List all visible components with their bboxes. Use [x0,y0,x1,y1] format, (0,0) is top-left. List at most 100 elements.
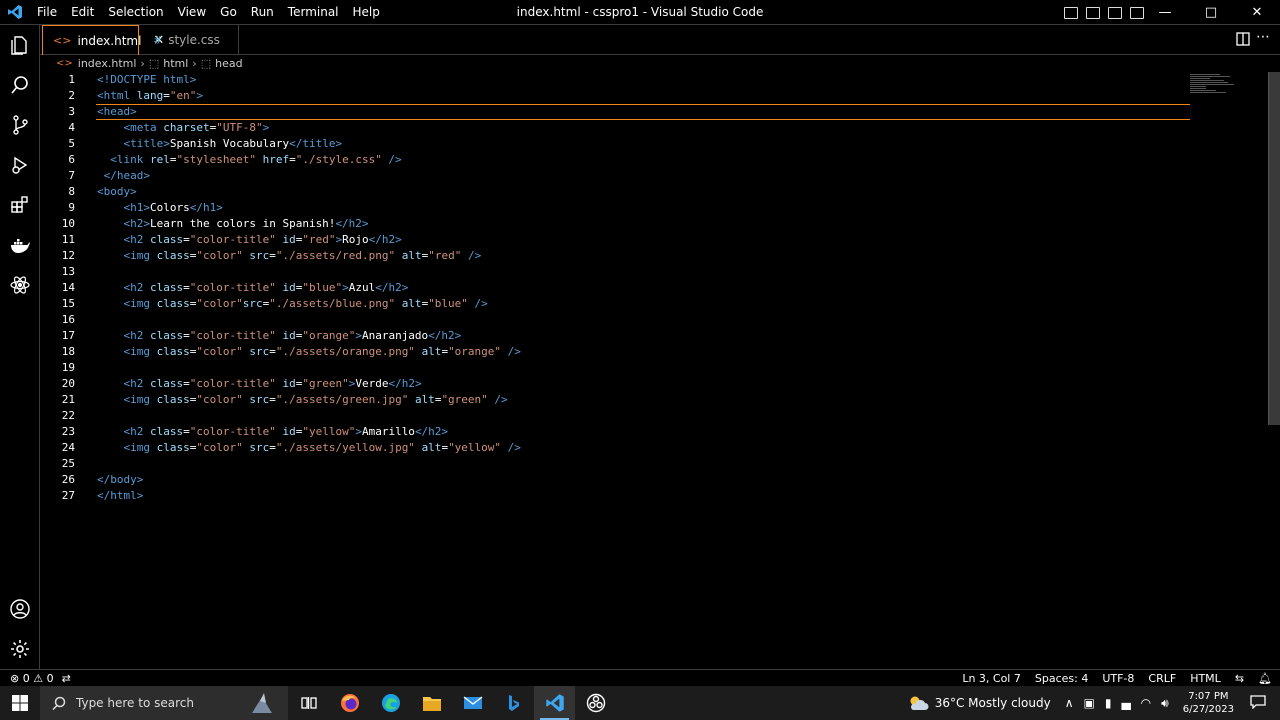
settings-gear-icon[interactable] [0,629,40,669]
code-line[interactable]: 4 <meta charset="UTF-8"> [40,120,1190,136]
extensions-icon[interactable] [0,185,40,225]
file-explorer-icon[interactable] [411,686,452,720]
menu-item-terminal[interactable]: Terminal [281,0,346,25]
code-line[interactable]: 14 <h2 class="color-title" id="blue">Azu… [40,280,1190,296]
menu-item-help[interactable]: Help [346,0,387,25]
menu-item-file[interactable]: File [30,0,64,25]
file-encoding[interactable]: UTF-8 [1102,672,1134,685]
toggle-panel-icon[interactable] [1086,6,1100,19]
notifications-bell-icon[interactable]: 🔔︎ [1258,672,1272,685]
code-line[interactable]: 16 [40,312,1190,328]
docker-icon[interactable] [0,225,40,265]
code-line[interactable]: 9 <h1>Colors</h1> [40,200,1190,216]
line-number: 17 [61,329,75,342]
code-line[interactable]: 11 <h2 class="color-title" id="red">Rojo… [40,232,1190,248]
code-line[interactable]: 19 [40,360,1190,376]
code-line[interactable]: 21 <img class="color" src="./assets/gree… [40,392,1190,408]
obs-icon[interactable] [575,686,616,720]
toggle-secondary-sidebar-icon[interactable] [1108,6,1122,19]
minimap[interactable] [1190,74,1236,104]
mail-icon[interactable] [452,686,493,720]
code-line[interactable]: 5 <title>Spanish Vocabulary</title> [40,136,1190,152]
code-line[interactable]: 6 <link rel="stylesheet" href="./style.c… [40,152,1190,168]
end-of-line[interactable]: CRLF [1148,672,1176,685]
system-clock[interactable]: 7:07 PM 6/27/2023 [1183,690,1234,716]
more-actions-icon[interactable]: ⋯ [1256,29,1270,45]
code-line[interactable]: 2 <html lang="en"> [40,88,1190,104]
line-number: 2 [68,89,75,102]
source-control-icon[interactable] [0,105,40,145]
wifi-icon[interactable]: ◠ [1141,696,1151,710]
menu-item-view[interactable]: View [171,0,213,25]
code-line[interactable]: 15 <img class="color"src="./assets/blue.… [40,296,1190,312]
code-line[interactable]: 3 <head> [40,104,1190,120]
code-line[interactable]: 8 <body> [40,184,1190,200]
firefox-icon[interactable] [329,686,370,720]
close-window-button[interactable]: ✕ [1234,0,1280,25]
volume-icon[interactable]: 🔊︎ [1161,696,1169,711]
code-line[interactable]: 26 </body> [40,472,1190,488]
live-share-icon[interactable]: ⇄ [62,672,71,685]
search-icon[interactable] [0,65,40,105]
vscode-taskbar-icon[interactable] [534,686,575,720]
language-mode[interactable]: HTML [1190,672,1221,685]
windows-start-icon[interactable] [0,686,40,720]
breadcrumb-item-html[interactable]: html [163,57,188,70]
code-line[interactable]: 12 <img class="color" src="./assets/red.… [40,248,1190,264]
code-line[interactable]: 22 [40,408,1190,424]
code-line[interactable]: 24 <img class="color" src="./assets/yell… [40,440,1190,456]
breadcrumb-item-head[interactable]: head [215,57,242,70]
task-view-icon[interactable] [288,686,329,720]
code-line[interactable]: 13 [40,264,1190,280]
code-line[interactable]: 7 </head> [40,168,1190,184]
toggle-primary-sidebar-icon[interactable] [1064,6,1078,19]
vertical-scrollbar[interactable] [1268,72,1280,425]
html-file-icon: <> [53,34,72,47]
taskbar-search-box[interactable]: Type here to search [40,686,288,720]
chevron-up-icon[interactable]: ∧ [1065,696,1074,710]
menu-item-go[interactable]: Go [213,0,244,25]
menu-item-edit[interactable]: Edit [64,0,101,25]
code-line[interactable]: 17 <h2 class="color-title" id="orange">A… [40,328,1190,344]
bing-icon[interactable] [493,686,534,720]
edge-browser-icon[interactable] [370,686,411,720]
meet-now-icon[interactable]: ▣ [1083,696,1094,710]
menu-item-run[interactable]: Run [244,0,281,25]
code-line[interactable]: 20 <h2 class="color-title" id="green">Ve… [40,376,1190,392]
tab-label: style.css [168,33,220,47]
code-line[interactable]: 1 <!DOCTYPE html> [40,72,1190,88]
code-token: Learn the colors in Spanish! [150,217,336,230]
feedback-icon[interactable]: ⇆ [1235,672,1244,685]
breadcrumb-item-file[interactable]: index.html [78,57,137,70]
react-icon[interactable] [0,265,40,305]
code-line[interactable]: 18 <img class="color" src="./assets/oran… [40,344,1190,360]
code-token: = [183,281,190,294]
weather-widget[interactable]: 36°C Mostly cloudy [907,695,1051,711]
maximize-button[interactable]: □ [1188,0,1234,25]
minimize-button[interactable]: — [1142,0,1188,25]
menu-item-selection[interactable]: Selection [101,0,170,25]
split-editor-icon[interactable] [1236,32,1250,49]
code-line[interactable]: 25 [40,456,1190,472]
code-line[interactable]: 10 <h2>Learn the colors in Spanish!</h2> [40,216,1190,232]
cursor-position[interactable]: Ln 3, Col 7 [962,672,1021,685]
element-icon: ⬚ [148,57,160,70]
code-line[interactable]: 27 </html> [40,488,1190,504]
notification-center-icon[interactable] [1250,694,1266,712]
code-line[interactable]: 23 <h2 class="color-title" id="yellow">A… [40,424,1190,440]
microphone-icon[interactable]: ▮ [1105,696,1112,710]
code-editor[interactable]: 1 <!DOCTYPE html> 2 <html lang="en"> 3 <head>… [40,72,1280,669]
problems-indicator[interactable]: ⊗ 0 ⚠ 0 [10,672,54,685]
tab-style-css[interactable]: # style.css [139,25,239,55]
tab-index-html[interactable]: <> index.html ✕ [42,25,164,55]
indentation[interactable]: Spaces: 4 [1035,672,1088,685]
account-icon[interactable] [0,589,40,629]
explorer-icon[interactable] [0,25,40,65]
code-text: <h1>Colors</h1> [97,200,223,216]
network-icon[interactable]: ▄ [1121,696,1130,710]
code-token: "color" [196,297,243,310]
run-debug-icon[interactable] [0,145,40,185]
